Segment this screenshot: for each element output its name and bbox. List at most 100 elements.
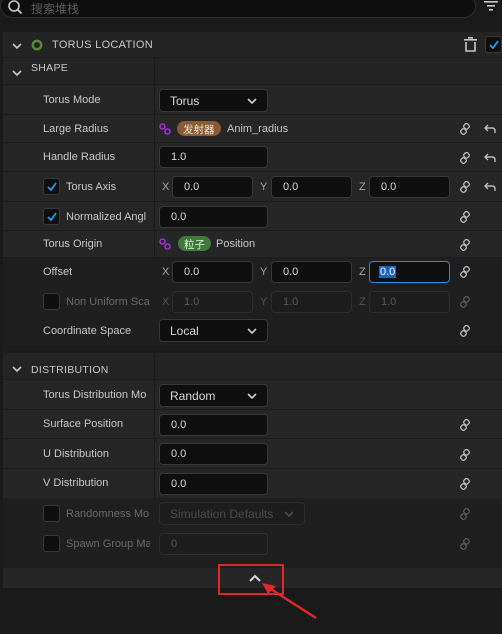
- column-divider: [154, 380, 155, 410]
- non-uniform-scale-x-input[interactable]: 1.0: [172, 291, 253, 313]
- column-divider: [154, 172, 155, 202]
- property-row-normalized-angle: Normalized Angl 0.0: [3, 202, 502, 231]
- link-icon[interactable]: [459, 325, 471, 337]
- randomness-mode-checkbox[interactable]: [43, 505, 60, 522]
- normalized-angle-input[interactable]: 0.0: [159, 206, 268, 228]
- z-axis-label: Z: [359, 296, 366, 308]
- spawn-group-mask-input[interactable]: 0: [159, 533, 268, 555]
- z-axis-label: Z: [359, 181, 366, 193]
- property-label: Non Uniform Sca: [66, 296, 150, 308]
- torus-mode-dropdown[interactable]: Torus: [159, 89, 268, 112]
- column-divider: [154, 143, 155, 172]
- annotation-arrow-icon: [262, 583, 317, 620]
- link-icon[interactable]: [459, 123, 471, 135]
- link-icon[interactable]: [459, 152, 471, 164]
- property-label: Torus Axis: [66, 181, 117, 193]
- trash-icon[interactable]: [464, 37, 477, 52]
- randomness-mode-dropdown[interactable]: Simulation Defaults: [159, 502, 305, 525]
- search-input[interactable]: 搜索堆栈: [31, 0, 79, 17]
- torus-axis-x-input[interactable]: 0.0: [172, 176, 253, 198]
- parameter-value[interactable]: Position: [216, 238, 255, 250]
- column-divider: [154, 439, 155, 469]
- checkmark-icon: [47, 182, 57, 191]
- property-row-offset: Offset X 0.0 Y 0.0 Z 0.0: [3, 258, 502, 287]
- link-icon[interactable]: [459, 239, 471, 251]
- surface-position-input[interactable]: 0.0: [159, 414, 268, 436]
- module-enabled-checkbox[interactable]: [485, 36, 502, 53]
- handle-radius-input[interactable]: 1.0: [159, 146, 268, 168]
- link-icon[interactable]: [459, 296, 471, 308]
- property-label: Torus Distribution Mo: [43, 389, 147, 401]
- property-row-torus-axis: Torus Axis X 0.0 Y 0.0 Z 0.0: [3, 172, 502, 202]
- property-row-handle-radius: Handle Radius 1.0: [3, 143, 502, 172]
- parameter-link-icon[interactable]: [159, 238, 171, 250]
- property-row-torus-mode: Torus Mode Torus: [3, 85, 502, 115]
- link-icon[interactable]: [459, 266, 471, 278]
- chevron-down-icon[interactable]: [12, 365, 22, 373]
- reset-arrow-icon[interactable]: [484, 124, 496, 134]
- torus-axis-z-input[interactable]: 0.0: [369, 176, 450, 198]
- non-uniform-scale-checkbox[interactable]: [43, 293, 60, 310]
- property-label: Torus Mode: [43, 94, 101, 106]
- property-row-large-radius: Large Radius 发射器 Anim_radius: [3, 115, 502, 143]
- link-icon[interactable]: [459, 478, 471, 490]
- filter-icon[interactable]: [484, 0, 498, 12]
- property-label: V Distribution: [43, 477, 109, 489]
- offset-z-input[interactable]: 0.0: [369, 261, 450, 283]
- column-divider: [154, 410, 155, 439]
- column-divider: [154, 231, 155, 258]
- dropdown-value: Local: [170, 324, 199, 338]
- coordinate-space-dropdown[interactable]: Local: [159, 319, 268, 342]
- u-distribution-input[interactable]: 0.0: [159, 443, 268, 465]
- y-axis-label: Y: [260, 181, 268, 193]
- property-row-torus-origin: Torus Origin 粒子 Position: [3, 231, 502, 258]
- torus-axis-y-input[interactable]: 0.0: [271, 176, 352, 198]
- property-row-surface-position: Surface Position 0.0: [3, 410, 502, 439]
- spawn-group-mask-checkbox[interactable]: [43, 535, 60, 552]
- section-title: DISTRIBUTION: [31, 364, 109, 376]
- checkmark-icon: [489, 40, 499, 49]
- link-icon[interactable]: [459, 181, 471, 193]
- search-bar[interactable]: 搜索堆栈: [0, 0, 476, 18]
- module-status-icon: [31, 39, 43, 51]
- column-divider: [154, 85, 155, 115]
- property-label: Spawn Group Ma: [66, 538, 150, 550]
- chevron-down-icon[interactable]: [12, 42, 22, 50]
- property-row-non-uniform-scale: Non Uniform Sca X 1.0 Y 1.0 Z 1.0: [3, 287, 502, 316]
- parameter-value[interactable]: Anim_radius: [227, 123, 288, 135]
- parameter-link-icon[interactable]: [159, 123, 171, 135]
- section-title: SHAPE: [31, 62, 69, 74]
- offset-y-input[interactable]: 0.0: [271, 261, 352, 283]
- link-icon[interactable]: [459, 419, 471, 431]
- chevron-down-icon: [284, 511, 294, 518]
- v-distribution-input[interactable]: 0.0: [159, 473, 268, 495]
- dropdown-value: Simulation Defaults: [170, 507, 274, 521]
- non-uniform-scale-z-input[interactable]: 1.0: [369, 291, 450, 313]
- z-axis-label: Z: [359, 266, 366, 278]
- torus-distribution-mode-dropdown[interactable]: Random: [159, 384, 268, 407]
- link-icon[interactable]: [459, 538, 471, 550]
- section-distribution-header[interactable]: DISTRIBUTION: [3, 353, 502, 380]
- property-label: Normalized Angl: [66, 211, 147, 223]
- normalized-angle-checkbox[interactable]: [43, 208, 60, 225]
- non-uniform-scale-y-input[interactable]: 1.0: [271, 291, 352, 313]
- reset-arrow-icon[interactable]: [484, 153, 496, 163]
- chevron-down-icon[interactable]: [12, 69, 22, 77]
- torus-axis-checkbox[interactable]: [43, 178, 60, 195]
- property-label: Handle Radius: [43, 151, 116, 163]
- link-icon[interactable]: [459, 211, 471, 223]
- section-shape-header[interactable]: SHAPE: [3, 58, 502, 85]
- module-header[interactable]: TORUS LOCATION: [3, 32, 502, 58]
- search-icon: [8, 0, 23, 15]
- property-row-spawn-group-mask: Spawn Group Ma 0: [3, 528, 502, 568]
- link-icon[interactable]: [459, 508, 471, 520]
- offset-x-input[interactable]: 0.0: [172, 261, 253, 283]
- reset-arrow-icon[interactable]: [484, 182, 496, 192]
- x-axis-label: X: [162, 266, 170, 278]
- column-divider: [154, 58, 155, 85]
- property-row-coordinate-space: Coordinate Space Local: [3, 316, 502, 345]
- link-icon[interactable]: [459, 449, 471, 461]
- chevron-down-icon: [247, 328, 257, 335]
- property-label: Torus Origin: [43, 238, 103, 250]
- property-label: Offset: [43, 266, 73, 278]
